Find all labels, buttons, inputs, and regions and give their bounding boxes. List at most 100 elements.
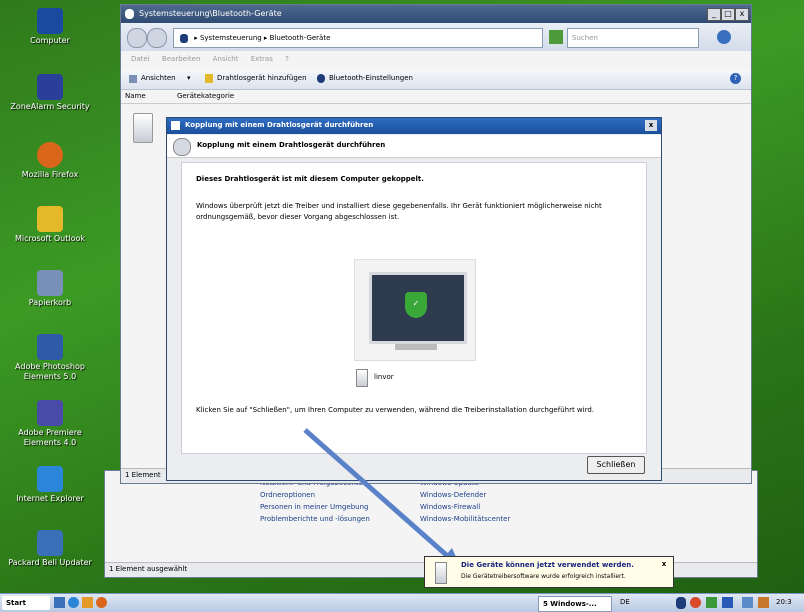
views-button[interactable]: Ansichten	[141, 74, 176, 82]
search-placeholder: Suchen	[572, 34, 598, 42]
column-category[interactable]: Gerätekategorie	[177, 92, 234, 100]
taskbar-window-group[interactable]: 5 Windows-...	[538, 596, 612, 612]
zonealarm-icon	[37, 74, 63, 100]
menu-view[interactable]: Ansicht	[213, 55, 239, 63]
computer-icon	[37, 8, 63, 34]
address-bluetooth-icon	[180, 33, 188, 43]
dialog-heading: Dieses Drahtlosgerät ist mit diesem Comp…	[196, 175, 424, 183]
internet-explorer-icon	[37, 466, 63, 492]
taskbar: Start 5 Windows-... DE 20:3	[0, 593, 804, 612]
search-icon[interactable]	[717, 30, 731, 44]
updater-icon	[37, 530, 63, 556]
add-device-icon	[205, 74, 213, 83]
firefox-icon	[37, 142, 63, 168]
clock[interactable]: 20:3	[776, 598, 792, 606]
photoshop-icon	[37, 334, 63, 360]
link-windows-defender[interactable]: Windows-Defender	[420, 489, 560, 501]
refresh-icon[interactable]	[549, 30, 563, 44]
balloon-title: Die Geräte können jetzt verwendet werden…	[461, 561, 634, 569]
address-breadcrumb: ▸ Systemsteuerung ▸ Bluetooth-Geräte	[194, 34, 331, 42]
tray-misc-icon[interactable]	[758, 597, 769, 608]
bt-settings-button[interactable]: Bluetooth-Einstellungen	[329, 74, 413, 82]
menu-tools[interactable]: Extras	[251, 55, 273, 63]
taskbar-window-label: 5 Windows-...	[543, 600, 597, 608]
device-icon	[356, 369, 368, 387]
forward-button[interactable]	[147, 28, 167, 48]
dialog-header-bar: Kopplung mit einem Drahtlosgerät durchfü…	[167, 135, 661, 158]
minimize-button[interactable]: _	[707, 8, 721, 21]
device-list-item[interactable]	[133, 113, 153, 143]
balloon-device-icon	[435, 562, 447, 584]
bluetooth-icon	[125, 9, 134, 19]
dialog-content: Dieses Drahtlosgerät ist mit diesem Comp…	[181, 162, 647, 454]
tray-monitor-icon[interactable]	[722, 597, 733, 608]
device-image: ✓	[354, 259, 476, 361]
views-icon	[129, 75, 137, 83]
notification-balloon[interactable]: Die Geräte können jetzt verwendet werden…	[424, 556, 674, 588]
quicklaunch-ie-icon[interactable]	[68, 597, 79, 608]
dialog-footer-text: Klicken Sie auf "Schließen", um Ihren Co…	[196, 406, 595, 414]
add-device-button[interactable]: Drahtlosgerät hinzufügen	[217, 74, 307, 82]
back-button[interactable]	[127, 28, 147, 48]
close-dialog-button[interactable]: Schließen	[587, 456, 645, 474]
outlook-icon	[37, 206, 63, 232]
desktop-icon-computer[interactable]: Computer	[4, 8, 96, 46]
desktop-icon-firefox[interactable]: Mozilla Firefox	[4, 142, 96, 180]
desktop-icon-updater[interactable]: Packard Bell Updater	[4, 530, 96, 568]
desktop-icon-internet-explorer[interactable]: Internet Explorer	[4, 466, 96, 504]
maximize-button[interactable]: □	[721, 8, 735, 21]
menu-file[interactable]: Datei	[131, 55, 150, 63]
menu-help[interactable]: ?	[285, 55, 289, 63]
pairing-dialog: Kopplung mit einem Drahtlosgerät durchfü…	[166, 117, 662, 481]
bg-status-text: 1 Element ausgewählt	[109, 565, 188, 573]
desktop-icon-recycle-bin[interactable]: Papierkorb	[4, 270, 96, 308]
column-headers: Name Gerätekategorie	[121, 91, 751, 104]
start-label: Start	[6, 599, 26, 607]
tray-bluetooth-icon[interactable]	[676, 597, 686, 609]
tray-network-icon[interactable]	[706, 597, 717, 608]
desktop-icon-photoshop[interactable]: Adobe Photoshop Elements 5.0	[4, 334, 96, 382]
close-button[interactable]: x	[735, 8, 749, 21]
menu-bar: Datei Bearbeiten Ansicht Extras ?	[131, 55, 299, 63]
help-icon[interactable]: ?	[730, 73, 741, 84]
shield-check-icon: ✓	[405, 292, 427, 318]
desktop-icon-outlook[interactable]: Microsoft Outlook	[4, 206, 96, 244]
bt-settings-icon	[317, 74, 325, 83]
toolbar: Ansichten ▾ Drahtlosgerät hinzufügen Blu…	[121, 69, 751, 90]
dialog-close-button[interactable]: x	[645, 120, 657, 131]
balloon-close-button[interactable]: x	[659, 560, 669, 569]
column-name[interactable]: Name	[125, 92, 146, 100]
recycle-bin-icon	[37, 270, 63, 296]
device-name: linvor	[374, 373, 394, 381]
nav-bar: ▸ Systemsteuerung ▸ Bluetooth-Geräte Suc…	[121, 23, 751, 51]
dialog-title: Kopplung mit einem Drahtlosgerät durchfü…	[185, 121, 374, 129]
quicklaunch-firefox-icon[interactable]	[96, 597, 107, 608]
tray-volume-icon[interactable]	[742, 597, 753, 608]
start-button[interactable]: Start	[2, 596, 50, 610]
quicklaunch-desktop-icon[interactable]	[54, 597, 65, 608]
status-text: 1 Element	[125, 471, 161, 479]
dialog-header: Kopplung mit einem Drahtlosgerät durchfü…	[197, 141, 386, 149]
address-bar[interactable]: ▸ Systemsteuerung ▸ Bluetooth-Geräte	[173, 28, 543, 48]
language-indicator[interactable]: DE	[620, 598, 630, 606]
monitor-stand	[395, 344, 437, 350]
quicklaunch-media-icon[interactable]	[82, 597, 93, 608]
link-people-near-me[interactable]: Personen in meiner Umgebung	[260, 501, 405, 513]
menu-edit[interactable]: Bearbeiten	[162, 55, 200, 63]
bluetooth-window-title: Systemsteuerung\Bluetooth-Geräte	[139, 9, 282, 18]
bluetooth-window-titlebar[interactable]: Systemsteuerung\Bluetooth-Geräte _ □ x	[121, 5, 751, 23]
link-problem-reports[interactable]: Problemberichte und -lösungen	[260, 513, 405, 525]
balloon-text: Die Gerätetreibersoftware wurde erfolgre…	[461, 573, 626, 580]
desktop-icon-premiere[interactable]: Adobe Premiere Elements 4.0	[4, 400, 96, 448]
desktop-icon-zonealarm[interactable]: ZoneAlarm Security	[4, 74, 96, 112]
views-dropdown-icon[interactable]: ▾	[187, 74, 191, 82]
dialog-back-button[interactable]	[173, 138, 191, 156]
search-input[interactable]: Suchen	[567, 28, 699, 48]
tray-security-icon[interactable]	[690, 597, 701, 608]
link-windows-firewall[interactable]: Windows-Firewall	[420, 501, 560, 513]
dialog-title-icon	[171, 121, 180, 130]
dialog-titlebar[interactable]: Kopplung mit einem Drahtlosgerät durchfü…	[167, 118, 661, 134]
link-mobility-center[interactable]: Windows-Mobilitätscenter	[420, 513, 560, 525]
link-folder-options[interactable]: Ordneroptionen	[260, 489, 405, 501]
premiere-icon	[37, 400, 63, 426]
